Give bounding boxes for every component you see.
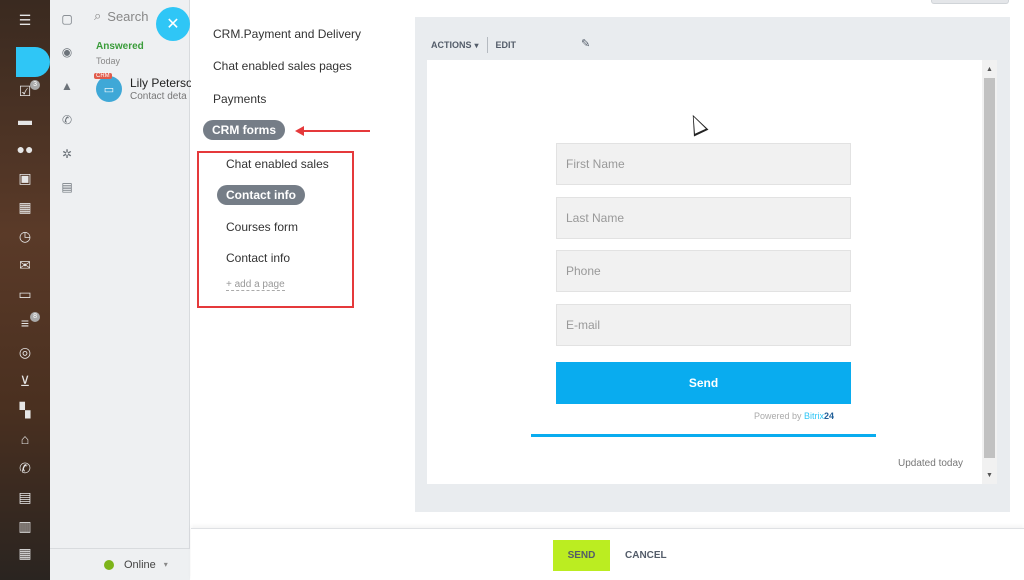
scroll-down-icon[interactable]: ▼ bbox=[982, 468, 997, 482]
footer-bar: SEND CANCEL bbox=[191, 528, 1024, 580]
date-label: Today bbox=[96, 56, 121, 66]
avatar[interactable]: ▭ bbox=[96, 76, 122, 102]
phone-field[interactable]: Phone bbox=[556, 250, 851, 292]
brand-logo: Bitrix24 bbox=[804, 411, 834, 421]
toolbar-divider bbox=[486, 37, 488, 53]
contacts-toolbar: ▢ ◉ ▲ ✆ ✲ ▤ bbox=[50, 0, 84, 580]
phone-icon[interactable]: ✆ bbox=[58, 111, 76, 129]
online-status-icon bbox=[104, 559, 114, 570]
page-item-selected[interactable]: CRM forms bbox=[203, 120, 286, 140]
calendar-icon[interactable]: ▦ bbox=[0, 538, 50, 568]
feed-icon[interactable] bbox=[16, 47, 50, 77]
page-item[interactable]: Payments bbox=[213, 92, 266, 106]
form-send-button[interactable]: Send bbox=[556, 362, 851, 404]
page-preview: ACTIONS ▾ EDIT ✎ First Name Last Name Ph… bbox=[415, 17, 1010, 512]
contacts-search[interactable]: ⌕ Search bbox=[94, 8, 148, 24]
bell-icon[interactable]: ▲ bbox=[58, 77, 76, 95]
pages-list: CRM.Payment and Delivery Chat enabled sa… bbox=[191, 0, 415, 528]
pencil-icon[interactable]: ✎ bbox=[581, 37, 590, 50]
send-button[interactable]: SEND bbox=[553, 540, 610, 571]
groups-icon[interactable]: ●● bbox=[0, 134, 50, 164]
scrollbar[interactable]: ▲ ▼ bbox=[982, 60, 997, 484]
slider-panel: CRM.Payment and Delivery Chat enabled sa… bbox=[191, 0, 1024, 528]
window-icon[interactable]: ▭ bbox=[0, 279, 50, 309]
chevron-down-icon: ▾ bbox=[163, 560, 168, 569]
chevron-down-icon[interactable]: ▾ bbox=[475, 41, 479, 50]
subpage-item[interactable]: Courses form bbox=[226, 220, 298, 234]
powered-label: Powered by bbox=[754, 411, 802, 421]
brand-name: Bitrix bbox=[804, 411, 825, 421]
last-name-field[interactable]: Last Name bbox=[556, 197, 851, 239]
funnel-badge: 8 bbox=[30, 312, 40, 322]
status-label: Online bbox=[124, 558, 156, 571]
powered-by[interactable]: Powered by Bitrix24 bbox=[754, 411, 834, 421]
edit-button[interactable]: EDIT bbox=[496, 40, 517, 50]
funnel-icon[interactable]: ≡ 8 bbox=[0, 308, 50, 338]
brand-number: 24 bbox=[824, 411, 835, 421]
updated-label: Updated today bbox=[898, 458, 964, 469]
contacts-panel: ▢ ◉ ▲ ✆ ✲ ▤ ⌕ Search Answered Today ▭ CR… bbox=[50, 0, 193, 580]
crm-tag: CRM bbox=[94, 73, 112, 79]
document-icon[interactable]: ▥ bbox=[0, 511, 50, 541]
phone-icon[interactable]: ✆ bbox=[0, 453, 50, 483]
calendar-widget-icon[interactable]: ▦ bbox=[0, 192, 50, 222]
close-icon[interactable]: ✕ bbox=[156, 7, 190, 41]
annotation-arrow bbox=[303, 130, 370, 132]
inbox-icon[interactable]: ▤ bbox=[0, 482, 50, 512]
gear-icon[interactable]: ✲ bbox=[58, 145, 76, 163]
subpage-item[interactable]: Contact info bbox=[226, 251, 290, 265]
page-item[interactable]: Chat enabled sales pages bbox=[213, 59, 352, 73]
search-label: Search bbox=[107, 8, 149, 24]
add-page-link[interactable]: + add a page bbox=[226, 279, 285, 291]
top-tab-stub bbox=[931, 0, 1009, 4]
preview-frame: First Name Last Name Phone E-mail Send P… bbox=[427, 60, 997, 484]
target-icon[interactable]: ◎ bbox=[0, 337, 50, 367]
actions-menu[interactable]: ACTIONS bbox=[431, 40, 472, 50]
chat-bubble-icon[interactable]: ▢ bbox=[58, 10, 76, 28]
notes-icon[interactable]: ▤ bbox=[58, 178, 76, 196]
bank-icon[interactable]: ⌂ bbox=[0, 424, 50, 454]
cart-icon[interactable]: ⊻ bbox=[0, 366, 50, 396]
openlines-icon[interactable]: ◉ bbox=[58, 43, 76, 61]
apps-grid-icon[interactable]: ▚ bbox=[0, 395, 50, 425]
status-selector[interactable]: Online ▾ bbox=[50, 548, 190, 580]
contact-detail: Contact deta bbox=[130, 91, 187, 102]
tasks-icon[interactable]: ☑ 3 bbox=[0, 76, 50, 106]
subpage-item[interactable]: Chat enabled sales bbox=[226, 157, 329, 171]
subpage-item-selected[interactable]: Contact info bbox=[217, 185, 305, 205]
preview-toolbar: ACTIONS ▾ EDIT bbox=[431, 37, 516, 53]
email-field[interactable]: E-mail bbox=[556, 304, 851, 346]
scroll-up-icon[interactable]: ▲ bbox=[982, 62, 997, 76]
form-underline bbox=[531, 434, 876, 437]
contact-name[interactable]: Lily Peterso bbox=[130, 76, 193, 90]
chat-icon[interactable]: ▬ bbox=[0, 105, 50, 135]
first-name-field[interactable]: First Name bbox=[556, 143, 851, 185]
mail-icon[interactable]: ✉ bbox=[0, 250, 50, 280]
clock-icon[interactable]: ◷ bbox=[0, 221, 50, 251]
contacts-card-icon[interactable]: ▣ bbox=[0, 163, 50, 193]
tasks-badge: 3 bbox=[30, 80, 40, 90]
menu-icon[interactable]: ☰ bbox=[0, 5, 50, 35]
section-label: Answered bbox=[96, 41, 144, 52]
scrollbar-thumb[interactable] bbox=[984, 78, 995, 458]
page-item[interactable]: CRM.Payment and Delivery bbox=[213, 27, 361, 41]
cancel-button[interactable]: CANCEL bbox=[619, 540, 673, 571]
left-icon-bar: ☰ ☑ 3 ▬ ●● ▣ ▦ ◷ ✉ ▭ ≡ 8 ◎ ⊻ ▚ ⌂ ✆ ▤ ▥ ▦ bbox=[0, 0, 50, 580]
search-icon: ⌕ bbox=[94, 8, 102, 23]
